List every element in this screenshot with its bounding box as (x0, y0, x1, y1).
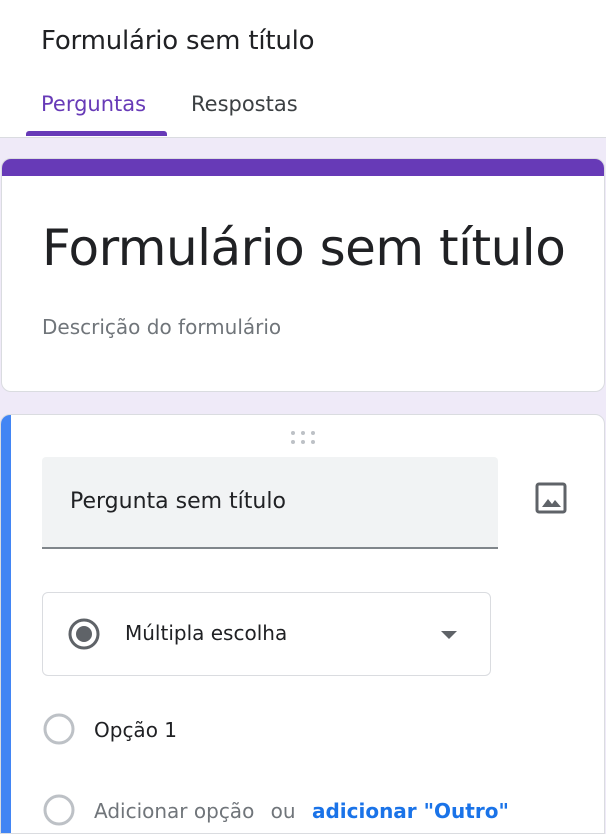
drag-handle-icon[interactable] (289, 429, 321, 447)
tab-respostas[interactable]: Respostas (191, 92, 298, 116)
form-title[interactable]: Formulário sem título (42, 219, 566, 277)
question-type-select[interactable]: Múltipla escolha (42, 592, 491, 676)
form-description[interactable]: Descrição do formulário (42, 315, 281, 339)
add-option-row: Adicionar opção ou adicionar "Outro" (42, 793, 582, 833)
app-title: Formulário sem título (41, 26, 315, 56)
option-row[interactable]: Opção 1 (42, 712, 582, 752)
header-accent-bar (2, 159, 604, 176)
add-other-link[interactable]: adicionar "Outro" (312, 799, 509, 823)
question-title-text: Pergunta sem título (70, 489, 286, 514)
arrow-drop-down-icon (439, 627, 459, 641)
tab-perguntas[interactable]: Perguntas (41, 92, 146, 116)
option-label[interactable]: Opção 1 (94, 718, 177, 742)
add-option-line: Adicionar opção ou adicionar "Outro" (94, 799, 509, 823)
question-card[interactable]: Pergunta sem título Múltipla escolha Opç… (0, 414, 605, 834)
app-bar: Formulário sem título Perguntas Resposta… (0, 0, 606, 138)
question-title-input[interactable]: Pergunta sem título (42, 457, 498, 549)
or-text: ou (270, 799, 296, 823)
active-tab-indicator (26, 131, 167, 136)
radio-unchecked-icon (42, 793, 76, 827)
question-type-label: Múltipla escolha (125, 621, 288, 645)
question-active-accent (1, 415, 11, 833)
image-icon[interactable] (534, 481, 568, 515)
add-option-link[interactable]: Adicionar opção (94, 799, 254, 823)
form-header-card: Formulário sem título Descrição do formu… (1, 158, 605, 392)
radio-unchecked-icon (42, 712, 76, 746)
radio-button-checked-icon (67, 617, 101, 651)
